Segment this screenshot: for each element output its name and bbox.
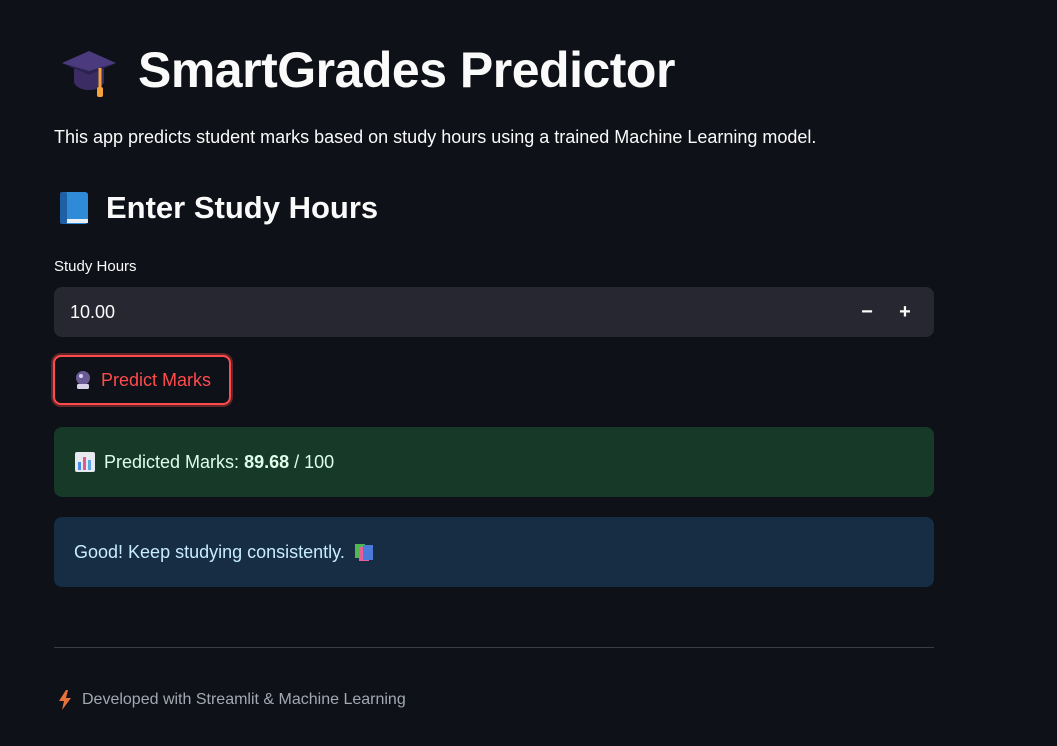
predict-marks-button[interactable]: Predict Marks	[53, 355, 231, 405]
crystal-ball-icon	[75, 371, 90, 389]
footer-text: Developed with Streamlit & Machine Learn…	[82, 691, 406, 708]
divider	[54, 647, 934, 648]
section-title: Enter Study Hours	[106, 190, 379, 225]
feedback-text: Good! Keep studying consistently.	[74, 541, 345, 562]
study-hours-label: Study Hours	[54, 258, 137, 275]
lightning-icon	[59, 690, 71, 710]
footer: Developed with Streamlit & Machine Learn…	[58, 690, 406, 710]
title-row: SmartGrades Predictor	[60, 40, 675, 100]
decrement-button[interactable]: −	[848, 301, 886, 324]
prediction-result-alert: Predicted Marks: 89.68 / 100	[54, 427, 934, 497]
result-suffix: / 100	[294, 451, 335, 472]
predicted-marks-value: 89.68	[244, 451, 290, 472]
study-hours-value[interactable]: 10.00	[70, 302, 848, 323]
graduation-cap-icon	[62, 51, 116, 97]
blue-book-icon	[60, 192, 88, 224]
books-icon	[354, 544, 373, 561]
section-header: Enter Study Hours	[58, 190, 378, 226]
feedback-message-alert: Good! Keep studying consistently.	[54, 517, 934, 587]
app-main: SmartGrades Predictor This app predicts …	[0, 0, 1057, 746]
quantity-stepper: − +	[848, 301, 924, 324]
app-description: This app predicts student marks based on…	[54, 127, 817, 147]
result-prefix: Predicted Marks:	[104, 451, 240, 472]
bar-chart-icon	[75, 452, 95, 472]
page-title: SmartGrades Predictor	[138, 42, 675, 98]
study-hours-input[interactable]: 10.00 − +	[54, 287, 934, 337]
increment-button[interactable]: +	[886, 301, 924, 324]
predict-marks-label: Predict Marks	[100, 369, 212, 390]
